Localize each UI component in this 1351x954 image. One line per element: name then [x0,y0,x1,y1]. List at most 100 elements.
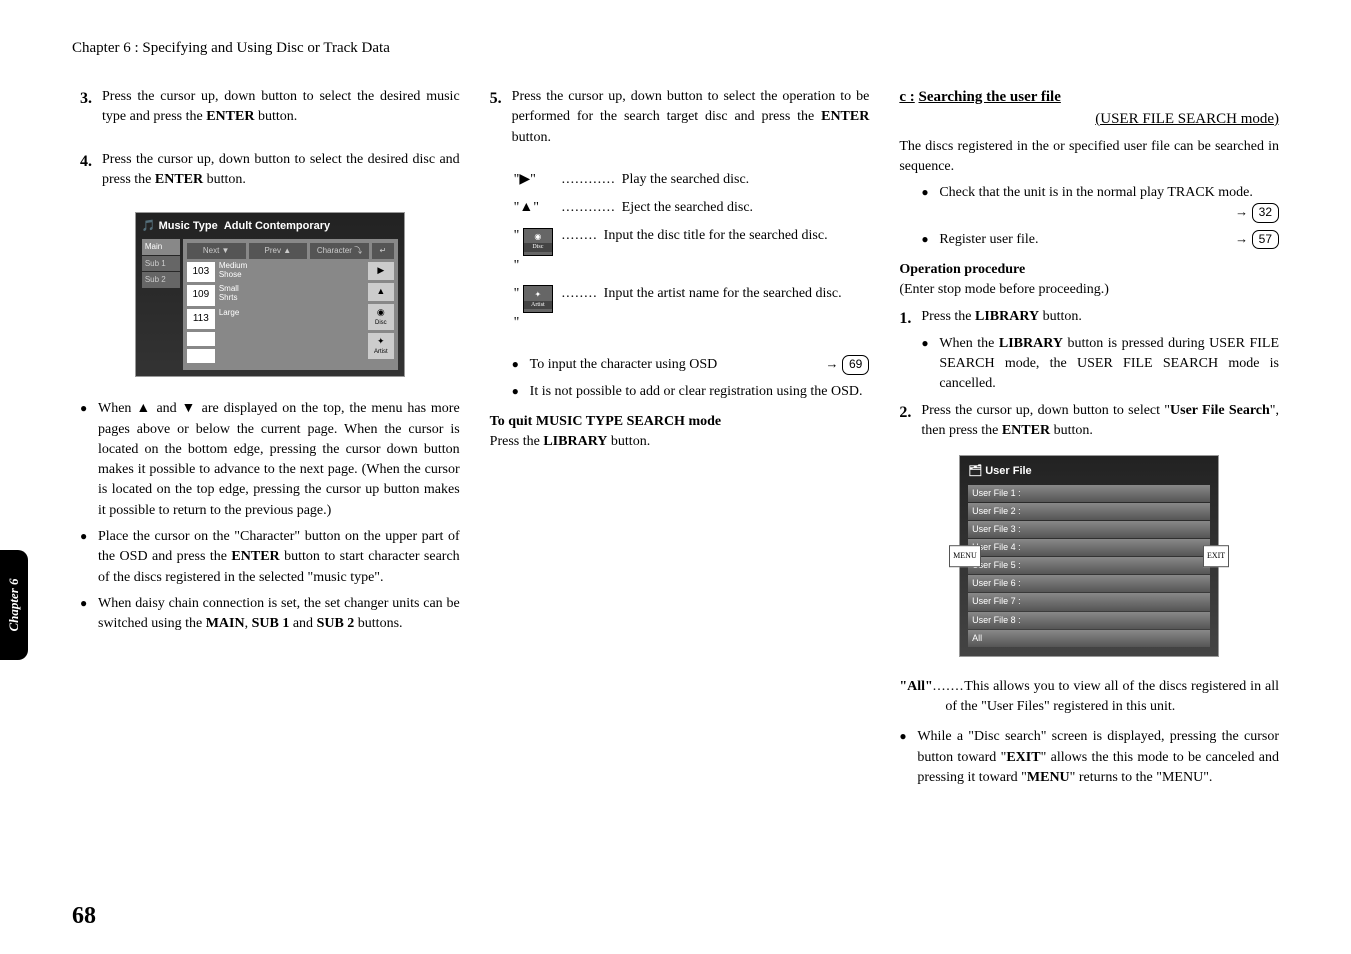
title-b: Adult Contemporary [224,220,330,232]
text: button. [512,130,551,145]
osd-tab: Sub 2 [142,272,180,288]
title-text: User File [985,465,1031,477]
chapter-tab-label: Chapter 6 [6,578,22,631]
text: When the [939,336,999,351]
op-step-2: 2. Press the cursor up, down button to s… [899,401,1279,442]
bullet-character: ● Place the cursor on the "Character" bu… [80,527,460,588]
osd-row-text: Large [219,308,239,317]
section-heading: c : Searching the user file (USER FILE S… [899,87,1279,131]
osd-tab: Main [142,239,180,255]
bullet-text: When the LIBRARY button is pressed durin… [939,334,1279,395]
artist-label: Artist [374,348,388,357]
quit-heading: To quit MUSIC TYPE SEARCH mode [490,412,870,432]
play-symbol: "▶" [514,170,556,190]
step-text: Press the cursor up, down button to sele… [512,87,870,148]
text: button. [254,109,297,124]
step-number: 1. [899,307,921,330]
chapter-tab: Chapter 6 [0,550,28,660]
text: Check that the unit is in the normal pla… [939,185,1253,200]
osd-top-button: Character ⤵ [310,243,369,259]
all-label: "All" [899,679,932,694]
osd-side: ▶ ▲ ◉ Disc ✦ Artist [368,262,394,367]
user-file-item: All [968,630,1210,647]
bullet-text: Place the cursor on the "Character" butt… [98,527,460,588]
user-file-item: User File 8 : [968,612,1210,629]
artist-icon: ✦ [377,335,385,348]
step-text: Press the cursor up, down button to sele… [102,150,460,191]
enter-label: ENTER [1002,423,1050,438]
osd-title: 🗂 User File [968,464,1210,480]
op-intro: (Enter stop mode before proceeding.) [899,280,1279,300]
page-ref: 57 [1252,230,1279,249]
artist-sublabel: Artist [524,301,552,310]
dots: ............ [556,170,622,190]
text: Press the cursor up, down button to sele… [921,403,1170,418]
user-file-item: User File 7 : [968,593,1210,610]
head-c: (USER FILE SEARCH mode) [1095,111,1279,127]
user-file-item: User File 4 : [968,539,1210,556]
step-text: Press the cursor up, down button to sele… [921,401,1279,442]
user-file-item: User File 5 : [968,557,1210,574]
symbol-text: Play the searched disc. [622,170,870,190]
library-label: LIBRARY [543,434,607,449]
text: button. [1039,309,1082,324]
bullet-dot: ● [921,183,939,224]
menu-label: MENU [1027,770,1070,785]
bullet-dot: ● [512,355,530,375]
bullet-disc-search: ● While a "Disc search" screen is displa… [899,727,1279,788]
head-a: c : [899,89,914,105]
osd-row [187,332,365,346]
user-file-search-label: User File Search [1170,403,1270,418]
osd-row-text: Shose [219,270,242,279]
sub2-label: SUB 2 [317,616,355,631]
symbol-eject: "▲" ............ Eject the searched disc… [514,198,870,218]
head-b: Searching the user file [919,89,1061,105]
bullet-text: While a "Disc search" screen is displaye… [917,727,1279,788]
text: , [245,616,252,631]
content-columns: 3. Press the cursor up, down button to s… [72,87,1279,794]
menu-nav: MENU [949,545,981,567]
osd-music-type: 🎵 Music Type Adult Contemporary Main Sub… [135,212,405,377]
arrow-icon: → [825,356,838,371]
text: To input the character using OSD [530,357,718,372]
osd-row-num: 103 [187,262,215,283]
column-1: 3. Press the cursor up, down button to s… [72,87,460,794]
bullet-dot: ● [80,594,98,635]
bullet-dot: ● [921,334,939,395]
text: button. [1050,423,1093,438]
enter-label: ENTER [155,172,203,187]
symbol-disc: " ◉Disc " ........ Input the disc title … [514,226,870,275]
osd-row-text: Small [219,284,239,293]
osd-panel: Next ▼ Prev ▲ Character ⤵ ↵ 103 MediumSh… [183,239,398,370]
osd-row-text: Medium [219,261,247,270]
step-number: 3. [80,87,102,128]
bullet-text: Check that the unit is in the normal pla… [939,183,1279,224]
arrow-icon: → [1235,204,1248,219]
text: " returns to the "MENU". [1070,770,1213,785]
bullet-nav: ● When ▲ and ▼ are displayed on the top,… [80,399,460,521]
enter-label: ENTER [821,109,869,124]
text: button. [203,172,246,187]
bullet-text: When daisy chain connection is set, the … [98,594,460,635]
bullet-osd-input: ● To input the character using OSD → 69 [512,355,870,375]
bullet-text: It is not possible to add or clear regis… [530,382,870,402]
symbol-play: "▶" ............ Play the searched disc. [514,170,870,190]
disc-label: Disc [375,319,387,328]
bullet-daisy: ● When daisy chain connection is set, th… [80,594,460,635]
op-step-1: 1. Press the LIBRARY button. [899,307,1279,330]
dots: ........ [556,284,604,304]
osd-row: 109 SmallShrts [187,285,365,306]
op-heading: Operation procedure [899,260,1279,280]
enter-label: ENTER [231,549,279,564]
bullet-dot: ● [921,230,939,250]
osd-top-button: Prev ▲ [249,243,308,259]
column-2: 5. Press the cursor up, down button to s… [490,87,870,794]
eject-symbol: "▲" [514,198,556,218]
all-text: This allows you to view all of the discs… [945,679,1279,714]
osd-top-button: Next ▼ [187,243,246,259]
user-file-item: User File 6 : [968,575,1210,592]
all-description: "All".......This allows you to view all … [899,677,1279,718]
bullet-dot: ● [80,399,98,521]
page-number: 68 [72,903,96,930]
user-file-item: User File 1 : [968,485,1210,502]
